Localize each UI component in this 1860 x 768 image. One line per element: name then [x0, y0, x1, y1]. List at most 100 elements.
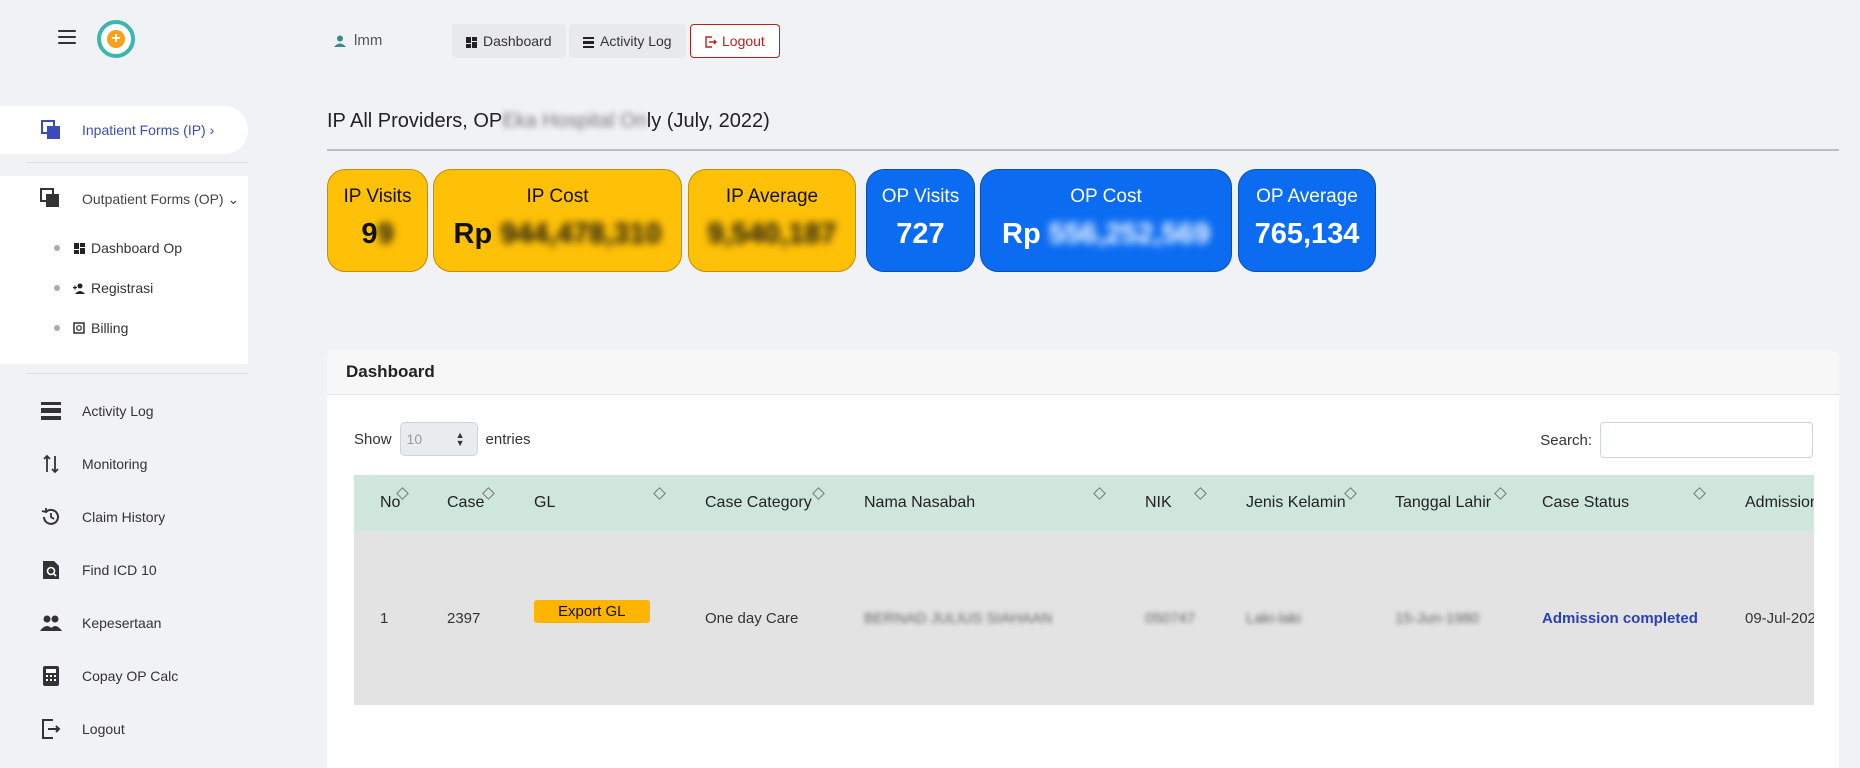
column-header-nik[interactable]: NIK	[1145, 475, 1172, 531]
outpatient-forms-group: Outpatient Forms (OP) ⌄ Dashboard Op Reg…	[0, 176, 248, 364]
sort-icon[interactable]	[1494, 487, 1507, 500]
sidebar-item-label: Monitoring	[82, 456, 148, 472]
sidebar-item-logout[interactable]: Logout	[0, 708, 248, 750]
entries-label: entries	[485, 430, 531, 448]
title-prefix: IP All Providers, OP	[327, 110, 503, 132]
column-header-nama-nasabah[interactable]: Nama Nasabah	[864, 475, 975, 531]
file-search-icon	[40, 559, 62, 581]
stat-card-ip-cost: IP Cost Rp 944,478,310	[433, 169, 682, 272]
copy-icon	[40, 119, 62, 141]
stat-value: 765,134	[1239, 218, 1375, 251]
sidebar-subitem-dashboard-op[interactable]: Dashboard Op	[54, 237, 182, 259]
sort-icon[interactable]	[1344, 487, 1357, 500]
hamburger-menu-icon[interactable]	[58, 30, 76, 44]
stat-label: IP Average	[725, 186, 819, 207]
sort-icon[interactable]	[1194, 487, 1207, 500]
stat-card-op-cost: OP Cost Rp 556,252,569	[980, 169, 1232, 272]
people-icon	[40, 612, 62, 634]
stat-value-visible: 765,134	[1254, 218, 1360, 250]
column-header-label: Case	[447, 494, 485, 511]
sidebar-item-label: Kepesertaan	[82, 615, 162, 631]
stat-value: Rp 556,252,569	[981, 218, 1231, 251]
sidebar-subitem-registrasi[interactable]: Registrasi	[54, 277, 153, 299]
bullet-dot	[54, 325, 60, 331]
history-icon	[40, 506, 62, 528]
table-search: Search:	[1540, 422, 1813, 458]
stat-value: 727	[867, 218, 974, 251]
stat-label: OP Average	[1256, 186, 1358, 207]
sidebar-item-claim-history[interactable]: Claim History	[0, 496, 248, 538]
copy-icon	[40, 188, 62, 210]
sidebar-item-find-icd10[interactable]: Find ICD 10	[0, 549, 248, 591]
cell-case-category: One day Care	[705, 609, 799, 627]
sidebar-item-copay-calc[interactable]: Copay OP Calc	[0, 655, 248, 697]
stat-value: Rp 944,478,310	[434, 218, 681, 251]
user-plus-icon	[72, 281, 86, 295]
billing-icon	[72, 321, 86, 335]
column-header-label: No	[380, 494, 401, 511]
grid-icon	[72, 241, 86, 255]
sidebar-item-label: Logout	[82, 721, 125, 737]
case-status-link[interactable]: Admission completed	[1542, 610, 1698, 627]
column-header-label: Jenis Kelamin	[1246, 494, 1346, 511]
entries-select-value: 10	[406, 431, 423, 447]
cell-nik: 050747	[1145, 609, 1196, 627]
app-logo: +	[97, 20, 135, 58]
search-label: Search:	[1540, 431, 1592, 449]
column-header-label: Tanggal Lahir	[1395, 494, 1492, 511]
logout-icon	[705, 35, 717, 48]
stat-value-visible: Rp	[453, 218, 501, 250]
sidebar-item-kepesertaan[interactable]: Kepesertaan	[0, 602, 248, 644]
sort-icon[interactable]	[1693, 487, 1706, 500]
table-header: No Case GL Case Category Nama Nasabah NI…	[354, 475, 1814, 531]
column-header-admission[interactable]: Admission	[1745, 475, 1814, 531]
stat-value-visible: 727	[896, 218, 945, 250]
column-header-no[interactable]: No	[380, 475, 400, 531]
stat-value-redacted: 556,252,569	[1048, 218, 1210, 250]
cell-tanggal-lahir: 15-Jun-1980	[1395, 609, 1480, 627]
sidebar-item-label: Claim History	[82, 509, 166, 525]
sort-icon[interactable]	[1093, 487, 1106, 500]
stat-label: IP Cost	[526, 186, 589, 207]
list-icon	[40, 400, 62, 422]
sidebar-item-label: Copay OP Calc	[82, 668, 179, 684]
logout-button[interactable]: Logout	[690, 24, 780, 58]
table-row: 1 2397 Export GL One day Care BERNAD JUL…	[354, 531, 1814, 705]
arrows-updown-icon	[40, 453, 62, 475]
logout-icon	[40, 718, 62, 740]
export-gl-button[interactable]: Export GL	[534, 599, 650, 623]
data-table: No Case GL Case Category Nama Nasabah NI…	[354, 475, 1814, 705]
activity-log-button[interactable]: Activity Log	[569, 24, 686, 58]
dashboard-button[interactable]: Dashboard	[452, 24, 566, 58]
sidebar-item-monitoring[interactable]: Monitoring	[0, 443, 248, 485]
entries-select[interactable]: 10 ▲ ▼	[399, 422, 478, 456]
stat-label: IP Visits	[343, 186, 412, 207]
cell-no: 1	[380, 609, 389, 627]
column-header-gl[interactable]: GL	[534, 475, 555, 531]
column-header-label: Nama Nasabah	[864, 494, 976, 511]
title-redacted: Eka Hospital On	[502, 110, 647, 132]
column-header-case[interactable]: Case	[447, 475, 484, 531]
sidebar-subitem-label: Registrasi	[91, 280, 154, 296]
search-input[interactable]	[1600, 422, 1813, 458]
column-header-case-category[interactable]: Case Category	[705, 475, 812, 531]
sidebar-item-inpatient-forms[interactable]: Inpatient Forms (IP) ›	[0, 106, 248, 154]
user-label[interactable]: lmm	[334, 32, 382, 49]
sort-icon[interactable]	[653, 487, 666, 500]
panel-title: Dashboard	[327, 350, 1839, 395]
entries-length-control: Show 10 ▲ ▼ entries	[354, 422, 531, 456]
select-arrows-icon: ▲ ▼	[455, 430, 465, 448]
title-divider	[327, 149, 1839, 151]
sort-icon[interactable]	[812, 487, 825, 500]
sidebar-item-label: Find ICD 10	[82, 562, 157, 578]
column-header-tanggal-lahir[interactable]: Tanggal Lahir	[1395, 475, 1491, 531]
column-header-label: Case Status	[1542, 494, 1630, 511]
sidebar-item-activity-log[interactable]: Activity Log	[0, 390, 248, 432]
stat-value: 99	[328, 218, 427, 251]
sidebar-item-outpatient-forms[interactable]: Outpatient Forms (OP) ⌄	[0, 176, 248, 222]
sidebar-subitem-billing[interactable]: Billing	[54, 317, 128, 339]
column-header-jenis-kelamin[interactable]: Jenis Kelamin	[1246, 475, 1346, 531]
sidebar-item-label: Activity Log	[82, 403, 154, 419]
grid-icon	[466, 35, 478, 48]
column-header-case-status[interactable]: Case Status	[1542, 475, 1629, 531]
